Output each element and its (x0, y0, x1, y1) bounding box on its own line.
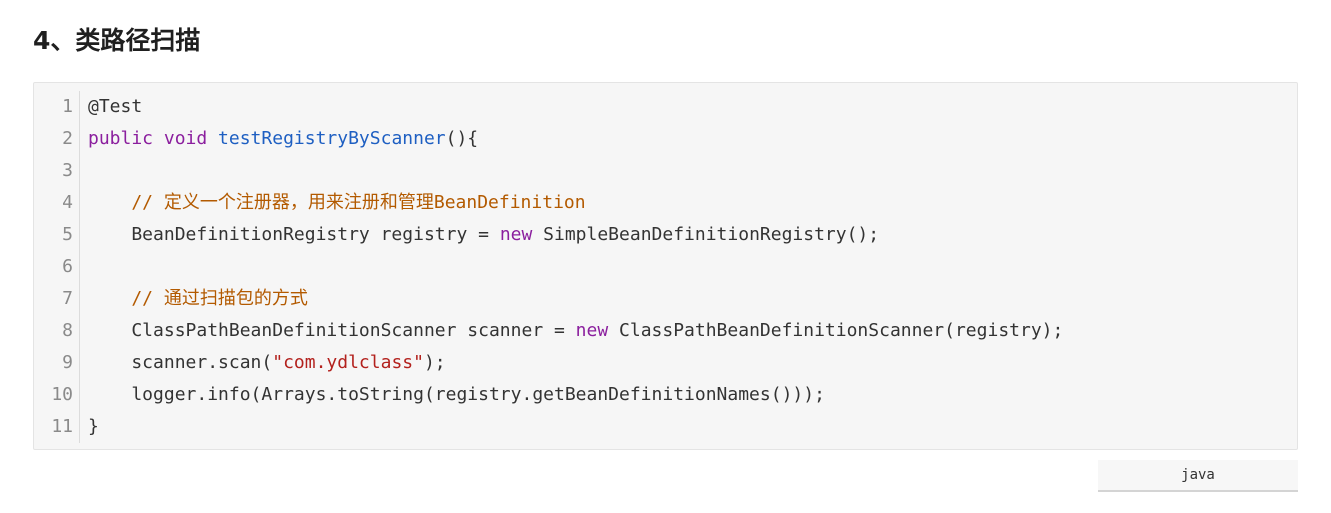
line-number: 5 (62, 224, 73, 245)
code-line: // 定义一个注册器，用来注册和管理BeanDefinition (88, 187, 1287, 219)
string-token: "com.ydlclass" (272, 352, 424, 373)
keyword-token: new (499, 224, 533, 245)
code-text: (){ (445, 128, 479, 149)
comment-token: // 定义一个注册器，用来注册和管理BeanDefinition (88, 192, 586, 213)
code-content: @Test public void testRegistryByScanner(… (88, 91, 1287, 443)
comment-token: // 通过扫描包的方式 (88, 288, 308, 309)
code-text: ClassPathBeanDefinitionScanner scanner = (88, 320, 576, 341)
code-line: @Test (88, 91, 1287, 123)
code-text: logger.info(Arrays.toString(registry.get… (88, 384, 825, 405)
code-text: ClassPathBeanDefinitionScanner(registry)… (608, 320, 1064, 341)
code-line: ClassPathBeanDefinitionScanner scanner =… (88, 315, 1287, 347)
line-number: 2 (62, 128, 73, 149)
line-number: 6 (62, 256, 73, 277)
code-text: scanner.scan( (88, 352, 273, 373)
annotation-token: @Test (88, 96, 143, 117)
code-text: ); (423, 352, 446, 373)
code-block: 1 2 3 4 5 6 7 8 9 10 11 @Test public voi… (33, 82, 1298, 450)
code-line: public void testRegistryByScanner(){ (88, 123, 1287, 155)
keyword-token: new (575, 320, 609, 341)
code-line: scanner.scan("com.ydlclass"); (88, 347, 1287, 379)
line-number: 11 (51, 416, 73, 437)
code-line: BeanDefinitionRegistry registry = new Si… (88, 219, 1287, 251)
line-number: 3 (62, 160, 73, 181)
code-language-label[interactable]: java (1098, 460, 1298, 492)
line-number: 8 (62, 320, 73, 341)
line-number: 4 (62, 192, 73, 213)
code-text: } (88, 416, 99, 437)
line-number: 7 (62, 288, 73, 309)
keyword-token: public void (88, 128, 219, 149)
function-name-token: testRegistryByScanner (218, 128, 446, 149)
line-number: 10 (51, 384, 73, 405)
line-number-gutter: 1 2 3 4 5 6 7 8 9 10 11 (34, 91, 80, 443)
code-line: // 通过扫描包的方式 (88, 283, 1287, 315)
code-line: logger.info(Arrays.toString(registry.get… (88, 379, 1287, 411)
section-heading: 4、类路径扫描 (33, 26, 201, 55)
line-number: 1 (62, 96, 73, 117)
code-text: BeanDefinitionRegistry registry = (88, 224, 500, 245)
line-number: 9 (62, 352, 73, 373)
code-text: SimpleBeanDefinitionRegistry(); (532, 224, 880, 245)
code-line: } (88, 411, 1287, 443)
